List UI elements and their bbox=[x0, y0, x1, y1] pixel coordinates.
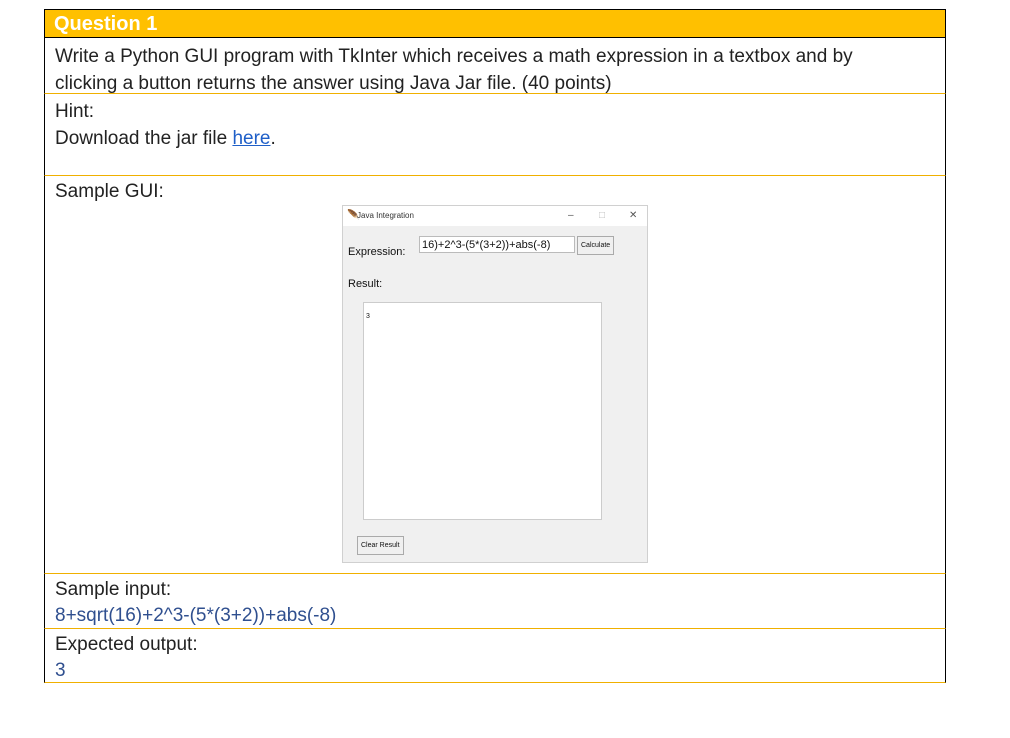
document: Question 1 Write a Python GUI program wi… bbox=[44, 9, 946, 683]
hint-section: Hint: Download the jar file here. bbox=[44, 93, 946, 175]
sample-input-section: Sample input: 8+sqrt(16)+2^3-(5*(3+2))+a… bbox=[44, 573, 946, 628]
sample-window-image: 🪶 Java Integration – □ ✕ Expression: 16)… bbox=[342, 205, 648, 563]
maximize-icon: □ bbox=[599, 210, 606, 221]
download-link[interactable]: here bbox=[232, 128, 270, 149]
question-text-line1: Write a Python GUI program with TkInter … bbox=[55, 46, 853, 67]
hint-download-text: Download the jar file bbox=[55, 128, 233, 149]
expression-label: Expression: bbox=[348, 246, 406, 258]
window-title: Java Integration bbox=[357, 211, 414, 220]
result-textbox: 3 bbox=[363, 302, 602, 520]
question-title: Question 1 bbox=[44, 9, 946, 37]
expected-output-section: Expected output: 3 bbox=[44, 628, 946, 683]
sample-gui-section: Sample GUI: 🪶 Java Integration – □ ✕ Exp… bbox=[44, 175, 946, 573]
sample-input-label: Sample input: bbox=[55, 579, 172, 600]
hint-download-line: Download the jar file here. bbox=[55, 125, 945, 152]
clear-result-button: Clear Result bbox=[357, 536, 404, 555]
expected-output-value: 3 bbox=[55, 660, 66, 681]
calculate-button: Calculate bbox=[577, 236, 615, 255]
expression-input: 16)+2^3-(5*(3+2))+abs(-8) bbox=[419, 236, 575, 253]
expected-output-label: Expected output: bbox=[55, 634, 198, 655]
hint-period: . bbox=[270, 128, 276, 149]
window-titlebar: 🪶 Java Integration – □ ✕ bbox=[343, 206, 647, 226]
result-label: Result: bbox=[348, 278, 383, 290]
question-text: Write a Python GUI program with TkInter … bbox=[44, 37, 946, 94]
minimize-icon: – bbox=[568, 210, 574, 221]
close-icon: ✕ bbox=[629, 210, 638, 221]
hint-label: Hint: bbox=[55, 101, 95, 122]
sample-input-value: 8+sqrt(16)+2^3-(5*(3+2))+abs(-8) bbox=[55, 605, 337, 626]
sample-gui-label: Sample GUI: bbox=[55, 181, 164, 202]
